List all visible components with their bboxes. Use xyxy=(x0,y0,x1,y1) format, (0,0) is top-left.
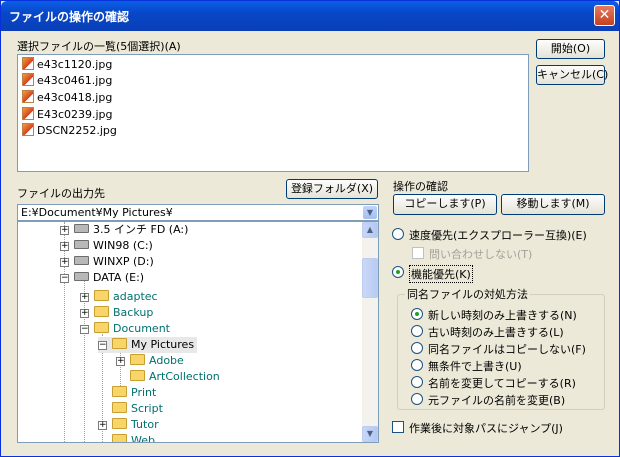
conflict-radio-skip[interactable] xyxy=(411,342,423,354)
output-path-value: E:¥Document¥My Pictures¥ xyxy=(21,206,173,219)
folder-icon xyxy=(112,418,127,429)
tree-node[interactable]: + Backup xyxy=(80,305,153,321)
hard-drive-icon xyxy=(74,240,89,249)
tree-node[interactable]: + WINXP (D:) xyxy=(60,254,154,270)
jump-after-label: 作業後に対象パスにジャンプ(J) xyxy=(409,422,563,435)
folder-icon xyxy=(94,290,109,301)
list-item[interactable]: E43c0239.jpg xyxy=(22,107,113,123)
no-inquiry-checkbox[interactable] xyxy=(412,247,424,259)
output-label: ファイルの出力先 xyxy=(17,187,105,200)
operation-label: 操作の確認 xyxy=(393,180,448,193)
collapse-icon[interactable]: − xyxy=(98,341,107,350)
copy-button[interactable]: コピーします(P) xyxy=(393,194,497,215)
scroll-thumb[interactable] xyxy=(362,258,378,298)
tree-node[interactable]: Print xyxy=(112,385,156,401)
floppy-drive-icon xyxy=(74,224,89,233)
function-priority-radio[interactable] xyxy=(392,266,404,278)
conflict-label-newer: 新しい時刻のみ上書きする(N) xyxy=(428,309,577,322)
tree-node[interactable]: + Adobe xyxy=(116,353,184,369)
hard-drive-icon xyxy=(74,272,89,281)
speed-priority-label: 速度優先(エクスプローラー互換)(E) xyxy=(409,229,587,242)
image-file-icon xyxy=(22,107,34,120)
tree-node[interactable]: Web xyxy=(112,433,155,442)
folder-tree[interactable]: +3.5 インチ FD (A:) + WIN98 (C:) + WINXP (D:)… xyxy=(17,221,379,443)
conflict-radio-newer[interactable] xyxy=(411,308,423,320)
list-item[interactable]: e43c1120.jpg xyxy=(22,57,112,73)
image-file-icon xyxy=(22,57,34,70)
image-file-icon xyxy=(22,90,34,103)
tree-node[interactable]: +3.5 インチ FD (A:) xyxy=(60,222,188,238)
tree-node-selected[interactable]: − My Pictures xyxy=(98,337,198,353)
expand-icon[interactable]: + xyxy=(98,421,107,430)
move-button[interactable]: 移動します(M) xyxy=(501,194,605,215)
pictures-folder-icon xyxy=(112,338,127,349)
title-bar[interactable]: ファイルの操作の確認 ✕ xyxy=(1,1,619,31)
folder-icon xyxy=(130,354,145,365)
conflict-label-rename-copy: 名前を変更してコピーする(R) xyxy=(428,377,576,390)
speed-priority-radio[interactable] xyxy=(392,228,404,240)
expand-icon[interactable]: + xyxy=(80,293,89,302)
dialog-window: ファイルの操作の確認 ✕ 選択ファイルの一覧(5個選択)(A) e43c1120… xyxy=(0,0,620,457)
tree-node[interactable]: + adaptec xyxy=(80,289,158,305)
hard-drive-icon xyxy=(74,256,89,265)
list-item[interactable]: DSCN2252.jpg xyxy=(22,123,117,139)
tree-node[interactable]: − DATA (E:) xyxy=(60,270,144,286)
conflict-label-overwrite: 無条件で上書き(U) xyxy=(428,360,522,373)
scroll-down-icon[interactable]: ▼ xyxy=(362,426,378,442)
function-priority-label: 機能優先(K) xyxy=(409,265,473,283)
folder-icon xyxy=(94,322,109,333)
expand-icon[interactable]: + xyxy=(60,226,69,235)
conflict-radio-overwrite[interactable] xyxy=(411,359,423,371)
tree-node[interactable]: ArtCollection xyxy=(130,369,220,385)
conflict-radio-rename-copy[interactable] xyxy=(411,376,423,388)
jump-after-checkbox[interactable] xyxy=(392,421,404,433)
conflict-label-skip: 同名ファイルはコピーしない(F) xyxy=(428,343,586,356)
tree-node[interactable]: + Tutor xyxy=(98,417,159,433)
list-item[interactable]: e43c0418.jpg xyxy=(22,90,112,106)
conflict-label-older: 古い時刻のみ上書きする(L) xyxy=(428,326,564,339)
folder-icon xyxy=(112,434,127,442)
folder-icon xyxy=(94,306,109,317)
conflict-label-rename-original: 元ファイルの名前を変更(B) xyxy=(428,394,566,407)
close-button[interactable]: ✕ xyxy=(594,5,615,26)
tree-scrollbar[interactable]: ▲ ▼ xyxy=(362,222,378,442)
expand-icon[interactable]: + xyxy=(116,357,125,366)
expand-icon[interactable]: + xyxy=(60,242,69,251)
no-inquiry-label: 問い合わせしない(T) xyxy=(429,248,533,261)
conflict-radio-rename-original[interactable] xyxy=(411,393,423,405)
tree-node[interactable]: − Document xyxy=(80,321,170,337)
image-file-icon xyxy=(22,123,34,136)
cancel-button[interactable]: キャンセル(C) xyxy=(536,65,608,85)
tree-node[interactable]: + WIN98 (C:) xyxy=(60,238,153,254)
collapse-icon[interactable]: − xyxy=(60,274,69,283)
file-list[interactable]: e43c1120.jpg e43c0461.jpg e43c0418.jpg E… xyxy=(17,54,529,172)
scroll-up-icon[interactable]: ▲ xyxy=(362,222,378,238)
expand-icon[interactable]: + xyxy=(60,258,69,267)
register-folder-button[interactable]: 登録フォルダ(X) xyxy=(286,179,378,199)
start-button[interactable]: 開始(O) xyxy=(536,39,605,59)
collapse-icon[interactable]: − xyxy=(80,325,89,334)
tree-node[interactable]: Script xyxy=(112,401,163,417)
conflict-radio-older[interactable] xyxy=(411,325,423,337)
chevron-down-icon[interactable]: ▼ xyxy=(363,206,377,219)
expand-icon[interactable]: + xyxy=(80,309,89,318)
output-path-combo[interactable]: E:¥Document¥My Pictures¥ ▼ xyxy=(17,204,379,221)
files-label: 選択ファイルの一覧(5個選択)(A) xyxy=(17,40,181,53)
conflict-title: 同名ファイルの対処方法 xyxy=(405,286,530,302)
folder-icon xyxy=(112,402,127,413)
folder-icon xyxy=(130,370,145,381)
folder-icon xyxy=(112,386,127,397)
image-file-icon xyxy=(22,73,34,86)
window-title: ファイルの操作の確認 xyxy=(9,10,130,24)
list-item[interactable]: e43c0461.jpg xyxy=(22,73,112,89)
